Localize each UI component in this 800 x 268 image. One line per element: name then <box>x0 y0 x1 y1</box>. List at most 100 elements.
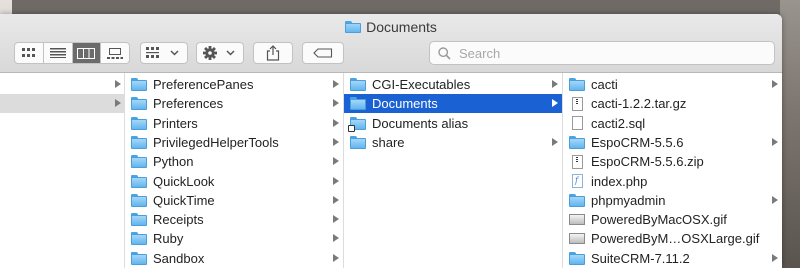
list-item-label: EspoCRM-5.5.6.zip <box>591 154 704 170</box>
folder-icon <box>131 155 147 169</box>
window-title-label: Documents <box>366 19 437 35</box>
folder-icon <box>131 251 147 265</box>
list-item-label: SuiteCRM-7.11.2 <box>591 250 690 266</box>
folder-icon <box>350 135 366 149</box>
list-item-selected-path[interactable] <box>0 94 124 113</box>
finder-window: Documents Search PreferencePanes Prefere… <box>0 14 782 268</box>
folder-icon <box>569 193 585 207</box>
list-item[interactable]: Sandbox <box>125 249 343 268</box>
tag-icon <box>313 48 333 58</box>
folder-icon <box>350 78 366 91</box>
chevron-right-icon <box>772 195 778 204</box>
list-item[interactable]: f index.php <box>563 172 782 191</box>
window-title: Documents <box>0 19 782 35</box>
chevron-right-icon <box>552 99 558 108</box>
chevron-right-icon <box>333 215 339 224</box>
chevron-right-icon <box>115 99 121 107</box>
archive-file-icon <box>572 96 583 111</box>
column-view-button[interactable] <box>72 43 102 63</box>
share-icon <box>266 45 280 61</box>
list-item-label: cacti-1.2.2.tar.gz <box>591 96 687 112</box>
list-item[interactable]: PrivilegedHelperTools <box>125 133 343 152</box>
folder-icon <box>569 251 585 265</box>
list-item-label: cacti2.sql <box>591 115 646 131</box>
list-item-label: QuickLook <box>153 173 215 189</box>
chevron-right-icon <box>115 80 121 88</box>
folder-icon <box>131 78 147 91</box>
chevron-right-icon <box>772 253 778 262</box>
column-3[interactable]: CGI-Executables Documents Documents alias s… <box>344 73 563 268</box>
list-item[interactable]: Printers <box>125 114 343 133</box>
image-file-icon <box>569 214 585 226</box>
list-item-label: phpmyadmin <box>591 192 666 208</box>
image-file-icon <box>569 233 585 245</box>
tag-button[interactable] <box>302 42 344 64</box>
chevron-right-icon <box>333 195 339 204</box>
list-item-label: Preferences <box>153 96 224 112</box>
list-item[interactable]: Python <box>125 152 343 171</box>
search-icon <box>438 46 451 60</box>
php-file-icon: f <box>572 174 583 188</box>
chevron-right-icon <box>333 253 339 262</box>
document-file-icon <box>572 116 583 131</box>
desktop-wallpaper-right <box>780 0 800 268</box>
list-item[interactable]: phpmyadmin <box>563 191 782 210</box>
gallery-view-icon <box>107 47 124 59</box>
folder-icon <box>131 213 147 227</box>
chevron-right-icon <box>333 137 339 146</box>
icon-view-icon <box>21 48 35 57</box>
list-item[interactable]: cacti <box>563 75 782 94</box>
chevron-right-icon <box>333 157 339 166</box>
list-item[interactable]: share <box>344 133 562 152</box>
folder-icon <box>569 135 585 149</box>
list-item-label: share <box>372 134 405 150</box>
list-item-label: cacti <box>591 77 618 92</box>
list-item[interactable]: PreferencePanes <box>125 75 343 94</box>
list-item[interactable]: PoweredByMacOSX.gif <box>563 210 782 229</box>
list-item[interactable]: Preferences <box>125 94 343 113</box>
list-item[interactable]: Ruby <box>125 229 343 248</box>
column-4[interactable]: cacti cacti-1.2.2.tar.gz cacti2.sql EspoCRM… <box>563 73 782 268</box>
chevron-right-icon <box>552 80 558 88</box>
list-view-button[interactable] <box>44 43 73 63</box>
search-input[interactable] <box>457 44 761 62</box>
share-button[interactable] <box>253 42 293 64</box>
group-by-button[interactable] <box>140 42 188 64</box>
list-item[interactable]: QuickTime <box>125 191 343 210</box>
action-button[interactable] <box>196 42 244 64</box>
chevron-right-icon <box>333 234 339 243</box>
search-field[interactable] <box>429 41 775 65</box>
folder-icon <box>569 78 585 91</box>
toolbar: Documents <box>0 14 782 73</box>
list-item[interactable]: QuickLook <box>125 172 343 191</box>
list-item[interactable]: EspoCRM-5.5.6.zip <box>563 152 782 171</box>
list-item[interactable]: Documents alias <box>344 114 562 133</box>
list-item-label: Documents <box>372 96 438 112</box>
group-by-icon <box>146 47 179 58</box>
folder-icon <box>131 193 147 207</box>
list-view-icon <box>49 48 66 58</box>
list-item[interactable]: Receipts <box>125 210 343 229</box>
chevron-right-icon <box>333 176 339 185</box>
list-item[interactable] <box>0 75 124 94</box>
folder-icon <box>345 21 362 33</box>
list-item-label: QuickTime <box>153 192 215 208</box>
list-item[interactable]: Documents <box>344 94 562 114</box>
chevron-right-icon <box>552 137 558 146</box>
list-item[interactable]: SuiteCRM-7.11.2 <box>563 249 782 268</box>
gallery-view-button[interactable] <box>101 43 129 63</box>
folder-icon <box>350 97 366 111</box>
list-item-label: CGI-Executables <box>372 77 471 92</box>
list-item-label: Receipts <box>153 212 204 228</box>
list-item[interactable]: EspoCRM-5.5.6 <box>563 133 782 152</box>
column-2[interactable]: PreferencePanes Preferences Printers Privil… <box>125 73 344 268</box>
list-item-label: PoweredByM…OSXLarge.gif <box>591 231 760 247</box>
list-item[interactable]: cacti2.sql <box>563 114 782 133</box>
list-item[interactable]: CGI-Executables <box>344 75 562 94</box>
list-item[interactable]: cacti-1.2.2.tar.gz <box>563 94 782 113</box>
gear-icon <box>203 46 235 60</box>
column-browser: PreferencePanes Preferences Printers Privil… <box>0 73 782 268</box>
list-item[interactable]: PoweredByM…OSXLarge.gif <box>563 229 782 248</box>
icon-view-button[interactable] <box>15 43 44 63</box>
column-1[interactable] <box>0 73 125 268</box>
